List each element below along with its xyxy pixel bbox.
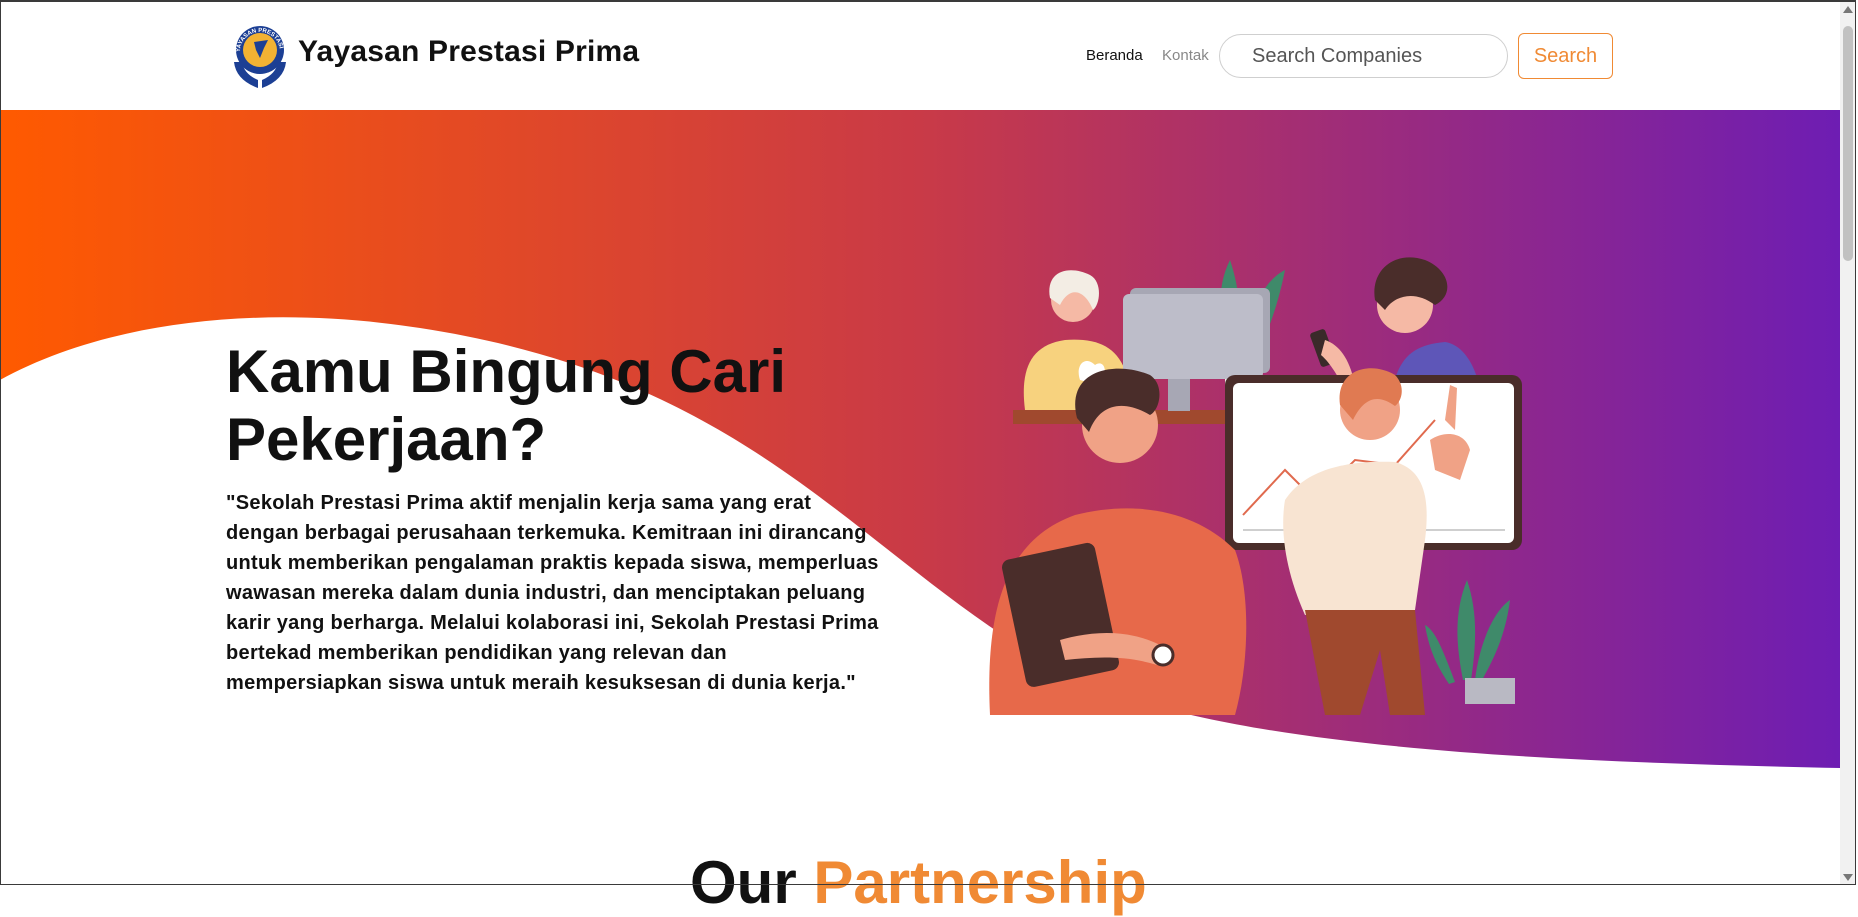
nav-link-beranda[interactable]: Beranda bbox=[1086, 47, 1143, 64]
hero-section: Kamu Bingung Cari Pekerjaan? "Sekolah Pr… bbox=[0, 110, 1840, 770]
scroll-down-arrow-icon[interactable] bbox=[1843, 874, 1853, 881]
scroll-up-arrow-icon[interactable] bbox=[1843, 6, 1853, 13]
hero-quote: "Sekolah Prestasi Prima aktif menjalin k… bbox=[226, 492, 879, 694]
yayasan-logo: YAYASAN PRESTASI PRIMA bbox=[230, 22, 286, 88]
partnership-heading-main: Our bbox=[690, 849, 814, 916]
brand-home-link[interactable]: YAYASAN PRESTASI PRIMA Yayasan Prestasi … bbox=[230, 22, 639, 92]
search-companies-input[interactable] bbox=[1219, 34, 1508, 78]
plant-bottom-icon bbox=[1425, 580, 1515, 704]
brand-name: Yayasan Prestasi Prima bbox=[298, 35, 640, 68]
page-scrollbar[interactable] bbox=[1840, 2, 1856, 885]
partnership-heading: Our Partnership bbox=[690, 848, 1147, 917]
partnership-heading-accent: Partnership bbox=[813, 849, 1147, 916]
navbar: YAYASAN PRESTASI PRIMA Yayasan Prestasi … bbox=[0, 0, 1840, 110]
people-working-illustration bbox=[989, 257, 1522, 715]
search-button[interactable]: Search bbox=[1518, 33, 1613, 79]
hero-title: Kamu Bingung Cari Pekerjaan? bbox=[226, 338, 787, 473]
nav-link-kontak[interactable]: Kontak bbox=[1162, 47, 1209, 64]
scroll-thumb[interactable] bbox=[1843, 26, 1853, 261]
